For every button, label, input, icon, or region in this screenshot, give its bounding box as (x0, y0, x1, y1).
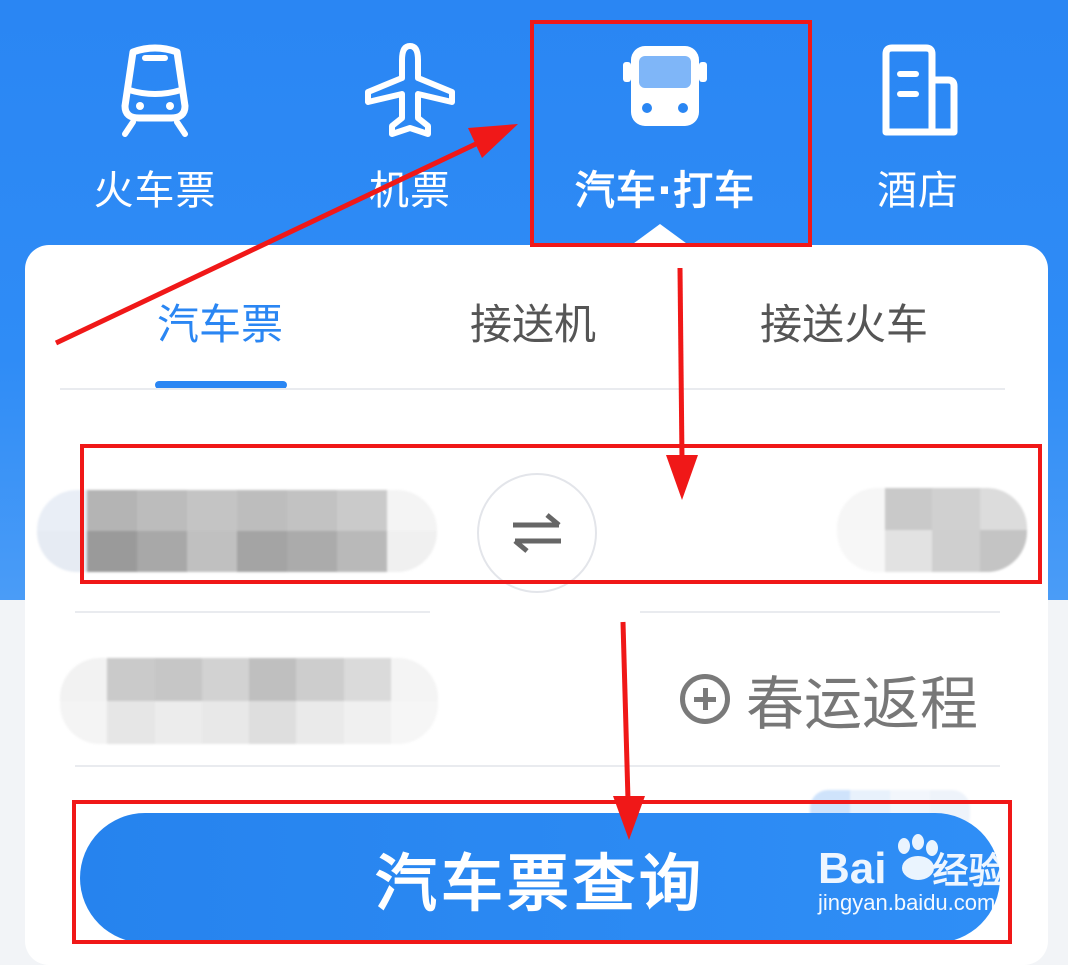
tab-bus-ticket[interactable]: 汽车票 (157, 291, 283, 352)
paw-logo-icon (898, 834, 938, 880)
date-divider (75, 765, 1000, 767)
tab-divider (60, 388, 1005, 390)
train-icon (121, 44, 189, 137)
watermark-url: jingyan.baidu.com (818, 890, 996, 915)
category-label: 火车票 (93, 168, 217, 214)
tab-station-transfer[interactable]: 接送火车 (760, 291, 928, 352)
departure-date-field[interactable] (60, 658, 438, 744)
from-divider (75, 611, 430, 613)
watermark-brand-a: Bai (818, 844, 887, 893)
hotel-icon (882, 44, 958, 136)
tab-bar: 汽车票 接送机 接送火车 (25, 245, 1048, 390)
to-divider (640, 611, 1000, 613)
plane-icon (365, 43, 455, 137)
return-trip-label: 春运返程 (746, 670, 979, 738)
category-label: 酒店 (877, 168, 959, 214)
return-trip-option[interactable]: 春运返程 (680, 657, 978, 741)
annotation-box-category (530, 20, 812, 247)
category-hotel[interactable]: 酒店 (818, 40, 1018, 220)
category-train[interactable]: 火车票 (55, 40, 255, 220)
watermark-brand-b: 经验 (932, 850, 1005, 891)
category-flight[interactable]: 机票 (310, 40, 510, 220)
plus-circle-icon (680, 674, 730, 724)
baidu-jingyan-watermark: Bai 经验 jingyan.baidu.com (818, 834, 1018, 942)
category-label: 机票 (369, 168, 451, 214)
tab-airport-transfer[interactable]: 接送机 (470, 291, 596, 352)
annotation-box-route (80, 444, 1042, 584)
